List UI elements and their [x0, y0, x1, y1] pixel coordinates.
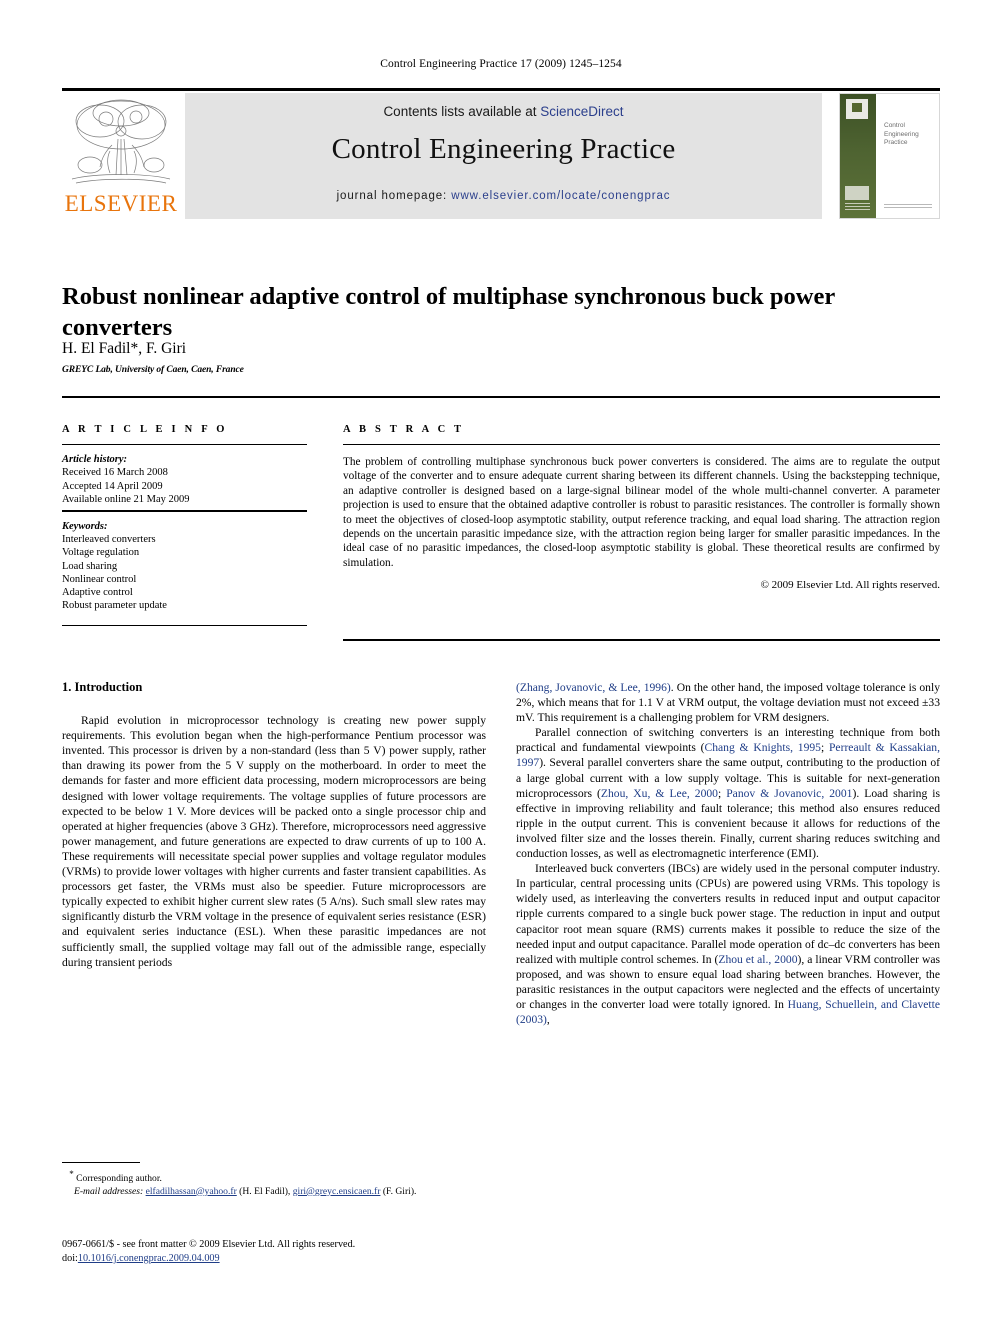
elsevier-logo: ELSEVIER	[62, 93, 180, 219]
history-accepted: Accepted 14 April 2009	[62, 480, 163, 492]
footnote-block: * Corresponding author. E-mail addresses…	[62, 1168, 486, 1198]
cover-footer-lines	[884, 204, 932, 209]
body-column-left: 1. Introduction Rapid evolution in micro…	[62, 680, 486, 970]
abstract-column: A B S T R A C T The problem of controlli…	[343, 424, 940, 591]
paragraph-text: ;	[717, 786, 727, 800]
email-link-1[interactable]: elfadilhassan@yahoo.fr	[146, 1186, 237, 1197]
doi-link[interactable]: 10.1016/j.conengprac.2009.04.009	[78, 1253, 220, 1264]
corresponding-author-note: * Corresponding author.	[62, 1168, 486, 1186]
paragraph: Parallel connection of switching convert…	[516, 725, 940, 861]
abstract-heading: A B S T R A C T	[343, 424, 465, 435]
abstract-text: The problem of controlling multiphase sy…	[343, 456, 940, 569]
elsevier-tree-icon	[71, 99, 171, 184]
doi-prefix: doi:	[62, 1252, 78, 1264]
author-list: H. El Fadil*, F. Giri	[62, 340, 187, 357]
citation-link[interactable]: Panov & Jovanovic, 2001	[726, 787, 852, 800]
keyword-item: Load sharing	[62, 560, 118, 572]
journal-homepage-line: journal homepage: www.elsevier.com/locat…	[185, 190, 822, 202]
keywords-block: Keywords: Interleaved converters Voltage…	[62, 520, 307, 613]
citation-link[interactable]: Chang & Knights, 1995	[705, 741, 821, 754]
journal-cover-thumbnail: Control Engineering Practice	[839, 93, 940, 219]
paragraph: Interleaved buck converters (IBCs) are w…	[516, 861, 940, 1027]
email-label: E-mail addresses:	[74, 1185, 144, 1197]
article-history-label: Article history:	[62, 454, 128, 465]
page-title: Robust nonlinear adaptive control of mul…	[62, 283, 835, 342]
article-history-divider	[62, 510, 307, 512]
paragraph-text: ,	[546, 1013, 550, 1027]
keyword-item: Robust parameter update	[62, 600, 167, 612]
info-abstract-top-rule	[62, 396, 940, 398]
paragraph: (Zhang, Jovanovic, & Lee, 1996). On the …	[516, 680, 940, 725]
citation-link[interactable]: Zhou et al., 2000	[718, 953, 797, 966]
email-owner-1: (H. El Fadil),	[236, 1185, 293, 1197]
keywords-label: Keywords:	[62, 520, 108, 532]
keyword-item: Adaptive control	[62, 587, 133, 599]
citation-link[interactable]: (Zhang, Jovanovic, & Lee, 1996)	[516, 681, 671, 694]
footnote-divider	[62, 1162, 140, 1163]
contents-prefix: Contents lists available at	[383, 104, 541, 119]
history-received: Received 16 March 2008	[62, 467, 168, 479]
email-note: E-mail addresses: elfadilhassan@yahoo.fr…	[62, 1186, 486, 1199]
keywords-divider	[62, 624, 307, 627]
abstract-divider	[343, 444, 940, 445]
cover-band-text-lines	[845, 203, 870, 211]
article-info-divider	[62, 444, 307, 445]
paragraph-text: Interleaved buck converters (IBCs) are w…	[516, 862, 940, 966]
cover-band	[840, 94, 876, 218]
paper-page: Control Engineering Practice 17 (2009) 1…	[0, 0, 992, 1323]
paragraph: Rapid evolution in microprocessor techno…	[62, 714, 486, 969]
doi-line: doi:10.1016/j.conengprac.2009.04.009	[62, 1252, 502, 1266]
article-info-column: A R T I C L E I N F O Article history: R…	[62, 424, 307, 627]
body-column-right: (Zhang, Jovanovic, & Lee, 1996). On the …	[516, 680, 940, 1027]
copyright-line: © 2009 Elsevier Ltd. All rights reserved…	[760, 579, 940, 592]
contents-available-line: Contents lists available at ScienceDirec…	[185, 104, 822, 119]
keyword-item: Voltage regulation	[62, 547, 140, 559]
email-owner-2: (F. Giri).	[380, 1185, 417, 1197]
masthead-top-rule	[62, 88, 940, 91]
homepage-prefix: journal homepage:	[336, 190, 452, 202]
article-info-heading: A R T I C L E I N F O	[62, 424, 228, 435]
section-heading-introduction: 1. Introduction	[62, 680, 143, 694]
cover-emblem-icon	[846, 99, 868, 119]
sciencedirect-link[interactable]: ScienceDirect	[540, 104, 623, 119]
keyword-item: Interleaved converters	[62, 533, 156, 545]
journal-masthead: ELSEVIER Contents lists available at Sci…	[62, 93, 940, 221]
cover-journal-title: Control Engineering Practice	[884, 122, 919, 146]
affiliation: GREYC Lab, University of Caen, Caen, Fra…	[62, 365, 244, 375]
history-available-online: Available online 21 May 2009	[62, 493, 190, 505]
citation-link[interactable]: Zhou, Xu, & Lee, 2000	[601, 787, 718, 800]
elsevier-wordmark: ELSEVIER	[64, 191, 178, 216]
email-link-2[interactable]: giri@greyc.ensicaen.fr	[293, 1186, 381, 1197]
issn-line: 0967-0661/$ - see front matter © 2009 El…	[62, 1239, 356, 1250]
cover-ifac-logo-icon	[845, 186, 869, 200]
journal-title: Control Engineering Practice	[331, 133, 676, 165]
keyword-item: Nonlinear control	[62, 573, 137, 585]
masthead-panel: Contents lists available at ScienceDirec…	[185, 93, 822, 219]
imprint-block: 0967-0661/$ - see front matter © 2009 El…	[62, 1238, 502, 1265]
corresponding-text: Corresponding author.	[73, 1173, 162, 1185]
running-head: Control Engineering Practice 17 (2009) 1…	[380, 58, 622, 70]
abstract-bottom-rule	[343, 639, 940, 641]
article-history-block: Article history: Received 16 March 2008 …	[62, 453, 307, 506]
paragraph-text: ;	[820, 741, 829, 755]
journal-homepage-link[interactable]: www.elsevier.com/locate/conengprac	[451, 190, 670, 202]
